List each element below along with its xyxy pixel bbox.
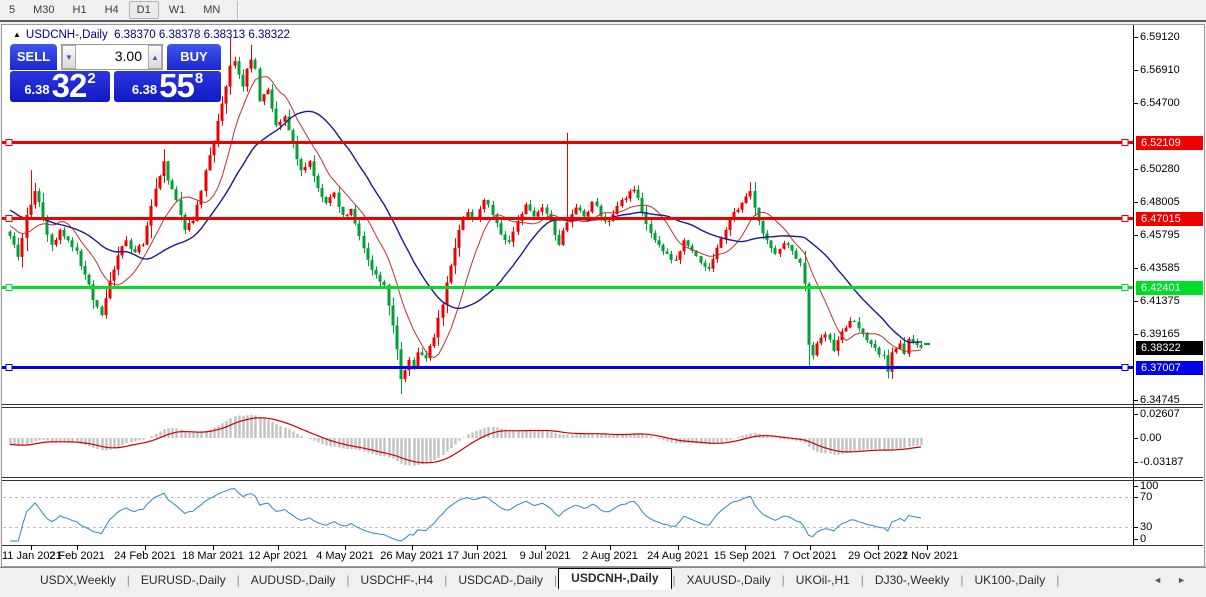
tab-xauusd-daily[interactable]: XAUUSD-,Daily: [677, 570, 781, 590]
buy-price-pips: 55: [159, 71, 194, 101]
tab-scroll-left-icon[interactable]: ◄: [1153, 575, 1162, 585]
tab-usdx-weekly[interactable]: USDX,Weekly: [30, 570, 126, 590]
tab-scroll-right-icon[interactable]: ►: [1177, 575, 1186, 585]
tab-dj30-weekly[interactable]: DJ30-,Weekly: [865, 570, 959, 590]
tab-usdcad-daily[interactable]: USDCAD-,Daily: [448, 570, 553, 590]
toolbar-separator: [237, 1, 239, 19]
tab-separator: |: [1055, 573, 1060, 587]
sell-price-fraction: 2: [87, 70, 95, 87]
collapse-triangle-icon[interactable]: ▲: [13, 30, 21, 39]
tab-usdcnh-daily[interactable]: USDCNH-,Daily: [558, 568, 671, 590]
tab-usdchf-h4[interactable]: USDCHF-,H4: [351, 570, 444, 590]
timeframe-button-w1[interactable]: W1: [161, 1, 194, 19]
volume-decrease-button[interactable]: ▼: [62, 45, 76, 69]
timeframe-button-mn[interactable]: MN: [195, 1, 228, 19]
chart-tab-bar: ◄ ► USDX,Weekly|EURUSD-,Daily|AUDUSD-,Da…: [0, 567, 1206, 591]
sell-button[interactable]: SELL: [10, 44, 57, 70]
timeframe-button-h1[interactable]: H1: [65, 1, 95, 19]
buy-price-prefix: 6.38: [132, 82, 157, 97]
sell-price-pips: 32: [52, 71, 87, 101]
timeframe-button-5[interactable]: 5: [1, 1, 23, 19]
timeframe-toolbar: 5M30H1H4D1W1MN: [0, 0, 1206, 22]
sell-price-prefix: 6.38: [24, 82, 49, 97]
volume-increase-button[interactable]: ▲: [148, 45, 162, 69]
buy-price-fraction: 8: [195, 70, 203, 87]
volume-input[interactable]: 3.00: [76, 45, 148, 69]
chart-symbol-title: USDCNH-,Daily: [26, 29, 108, 41]
buy-price-display[interactable]: 6.38558: [114, 71, 221, 102]
timeframe-button-m30[interactable]: M30: [25, 1, 62, 19]
timeframe-button-d1[interactable]: D1: [129, 1, 159, 19]
chart-ohlc-values: 6.38370 6.38378 6.38313 6.38322: [114, 29, 290, 41]
tab-eurusd-daily[interactable]: EURUSD-,Daily: [131, 570, 236, 590]
chart-header: ▲ USDCNH-,Daily 6.38370 6.38378 6.38313 6…: [13, 29, 290, 41]
tab-uk100-daily[interactable]: UK100-,Daily: [965, 570, 1056, 590]
sell-price-display[interactable]: 6.38322: [10, 71, 110, 102]
timeframe-button-h4[interactable]: H4: [97, 1, 127, 19]
tab-ukoil-h1[interactable]: UKOil-,H1: [786, 570, 860, 590]
one-click-trading-panel: SELL ▼ 3.00 ▲ BUY 6.38322 6.38558: [10, 44, 221, 102]
tab-audusd-daily[interactable]: AUDUSD-,Daily: [241, 570, 346, 590]
